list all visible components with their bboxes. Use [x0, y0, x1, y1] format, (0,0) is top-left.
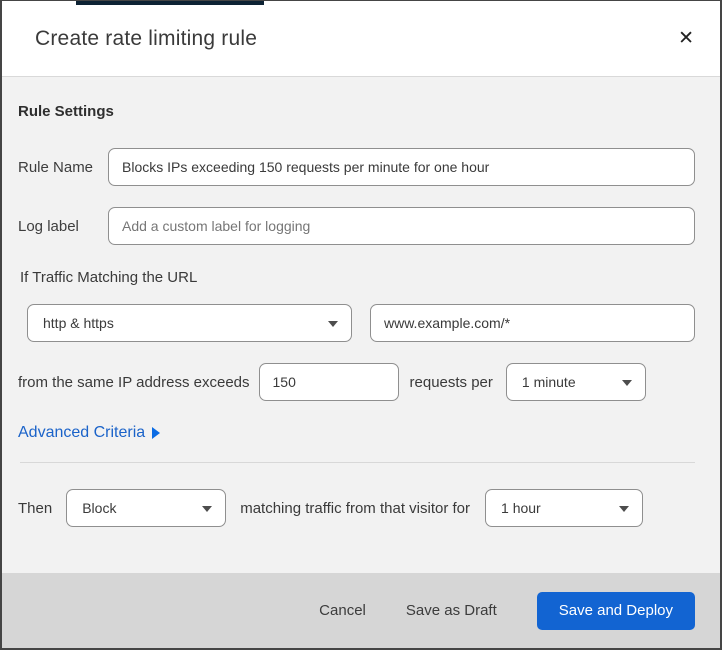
dialog-body: Rule Settings Rule Name Log label If Tra… — [2, 77, 720, 573]
threshold-row: from the same IP address exceeds request… — [18, 363, 695, 401]
chevron-right-icon — [152, 427, 161, 439]
matching-traffic-text: matching traffic from that visitor for — [240, 499, 471, 517]
url-pattern-input[interactable] — [370, 304, 695, 342]
scheme-select-value: http & https — [43, 315, 114, 331]
threshold-prefix-text: from the same IP address exceeds — [18, 373, 250, 391]
action-select[interactable]: Block — [66, 489, 227, 527]
rule-settings-heading: Rule Settings — [18, 103, 114, 120]
close-icon[interactable]: ✕ — [672, 25, 700, 52]
url-match-row: http & https — [27, 304, 695, 342]
duration-select[interactable]: 1 hour — [485, 489, 644, 527]
dialog-footer: Cancel Save as Draft Save and Deploy — [2, 573, 720, 648]
save-as-draft-button[interactable]: Save as Draft — [406, 602, 497, 619]
chevron-down-icon — [619, 506, 630, 512]
period-select-value: 1 minute — [521, 374, 576, 390]
rule-name-input[interactable] — [108, 148, 695, 186]
requests-per-text: requests per — [409, 373, 493, 391]
traffic-matching-text: If Traffic Matching the URL — [20, 269, 198, 286]
scheme-select[interactable]: http & https — [27, 304, 352, 342]
action-row: Then Block matching traffic from that vi… — [18, 489, 695, 527]
cancel-button[interactable]: Cancel — [319, 602, 366, 619]
dialog-header: Create rate limiting rule ✕ — [2, 1, 720, 77]
then-text: Then — [18, 499, 53, 517]
chevron-down-icon — [328, 321, 338, 327]
action-select-value: Block — [82, 500, 117, 516]
request-count-input[interactable] — [258, 363, 399, 401]
advanced-criteria-label: Advanced Criteria — [18, 424, 146, 441]
rule-name-row: Rule Name — [18, 148, 695, 186]
rule-name-label: Rule Name — [18, 158, 94, 176]
chevron-down-icon — [202, 506, 213, 512]
advanced-criteria-link[interactable]: Advanced Criteria — [18, 424, 161, 442]
chevron-down-icon — [621, 380, 632, 386]
section-divider — [20, 462, 695, 463]
log-label-row: Log label — [18, 207, 695, 245]
dialog-title: Create rate limiting rule — [35, 26, 258, 50]
create-rate-limiting-rule-dialog: Create rate limiting rule ✕ Rule Setting… — [0, 0, 722, 650]
log-label-label: Log label — [18, 217, 79, 235]
period-select[interactable]: 1 minute — [505, 363, 646, 401]
duration-select-value: 1 hour — [501, 500, 541, 516]
log-label-input[interactable] — [108, 207, 695, 245]
save-and-deploy-button[interactable]: Save and Deploy — [536, 591, 695, 630]
background-page-strip — [76, 1, 264, 5]
